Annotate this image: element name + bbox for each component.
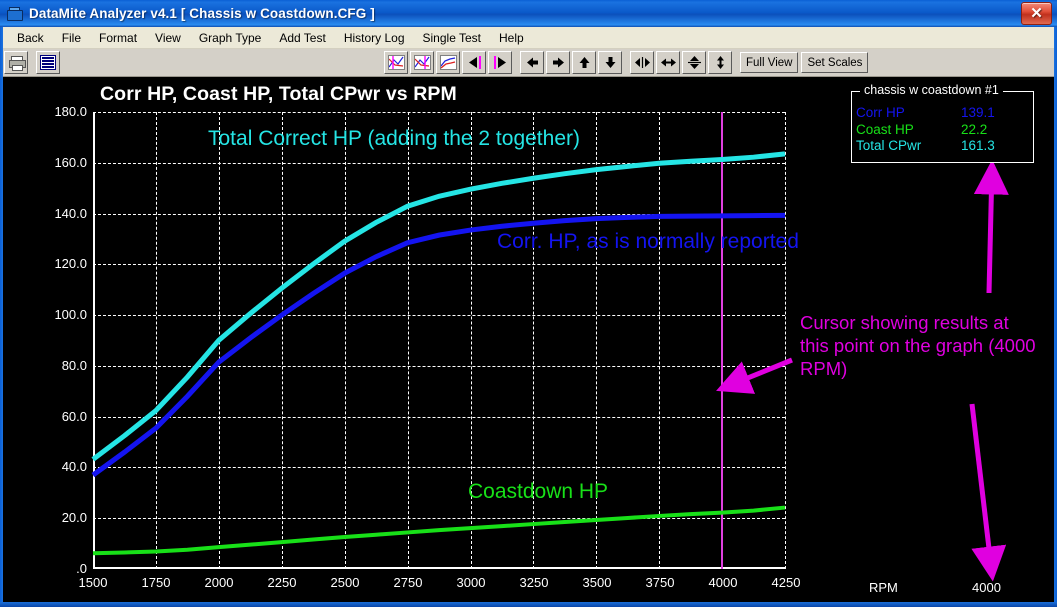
x-tick-label: 1500	[78, 575, 108, 590]
application-window: DataMite Analyzer v4.1 [ Chassis w Coast…	[0, 0, 1057, 607]
title-bar: DataMite Analyzer v4.1 [ Chassis w Coast…	[0, 0, 1057, 27]
legend-label-coast-hp: Coast HP	[856, 121, 914, 137]
menu-item-history-log[interactable]: History Log	[335, 29, 414, 47]
legend-title: chassis w coastdown #1	[860, 83, 1003, 97]
pan-down-icon[interactable]	[598, 51, 622, 74]
series-line-total-cpwr	[91, 151, 786, 462]
x-tick-label: 3500	[582, 575, 612, 590]
arrow-to-legend	[973, 159, 1009, 294]
annotation-cursor-note: Cursor showing results at this point on …	[800, 312, 1036, 379]
y-tick-label: 80.0	[61, 357, 87, 373]
x-tick-label: 2500	[330, 575, 360, 590]
x-tick-label: 4000	[708, 575, 738, 590]
x-tick-label: 2750	[393, 575, 423, 590]
window-border-bottom	[0, 602, 1057, 607]
rpm-axis-label: RPM	[869, 580, 898, 595]
graph-cursor-right-icon[interactable]	[410, 51, 434, 74]
menu-item-single-test[interactable]: Single Test	[414, 29, 490, 47]
y-tick-label: 140.0	[54, 205, 87, 221]
annotation-corr-hp: Corr. HP, as is normally reported	[497, 230, 799, 253]
graph-plain-icon[interactable]	[436, 51, 460, 74]
x-tick-label: 2250	[267, 575, 297, 590]
y-tick-label: 120.0	[54, 256, 87, 272]
menu-item-graph-type[interactable]: Graph Type	[190, 29, 270, 47]
pan-up-icon[interactable]	[572, 51, 596, 74]
annotation-total-hp: Total Correct HP (adding the 2 together)	[208, 127, 580, 150]
folder-icon	[6, 6, 23, 21]
report-icon[interactable]	[36, 51, 60, 74]
legend-label-total-cpwr: Total CPwr	[856, 138, 922, 153]
y-tick-label: 160.0	[54, 154, 87, 170]
legend-value-coast-hp: 22.2	[961, 121, 988, 137]
x-tick-label: 3750	[645, 575, 675, 590]
y-tick-label: 100.0	[54, 307, 87, 323]
zoom-out-horizontal-icon[interactable]	[656, 51, 680, 74]
chart-area: Corr HP, Coast HP, Total CPwr vs RPM 180…	[0, 77, 1057, 602]
plot-canvas[interactable]	[91, 112, 786, 569]
zoom-in-vertical-icon[interactable]	[682, 51, 706, 74]
set-scales-button[interactable]: Set Scales	[801, 52, 869, 73]
menu-item-help[interactable]: Help	[490, 29, 533, 47]
menu-item-back[interactable]: Back	[8, 29, 53, 47]
legend-box: chassis w coastdown #1 Corr HP 139.1 Coa…	[851, 83, 1034, 163]
cursor-step-left-icon[interactable]	[462, 51, 486, 74]
menu-item-view[interactable]: View	[146, 29, 190, 47]
window-border-left	[0, 27, 3, 605]
arrow-to-rpm-value	[969, 403, 1007, 582]
x-tick-label: 4250	[771, 575, 801, 590]
pan-left-icon[interactable]	[520, 51, 544, 74]
pan-right-icon[interactable]	[546, 51, 570, 74]
series-line-corr-hp	[91, 212, 786, 478]
x-tick-label: 1750	[141, 575, 171, 590]
print-icon[interactable]	[4, 51, 28, 74]
menu-item-format[interactable]: Format	[90, 29, 146, 47]
menu-item-file[interactable]: File	[53, 29, 90, 47]
legend-row-coast-hp: Coast HP 22.2	[852, 122, 1033, 139]
toolbar: Full View Set Scales	[0, 49, 1057, 77]
window-title: DataMite Analyzer v4.1 [ Chassis w Coast…	[29, 6, 375, 21]
graph-cursor-left-icon[interactable]	[384, 51, 408, 74]
rpm-cursor-value: 4000	[972, 580, 1001, 595]
x-tick-label: 3250	[519, 575, 549, 590]
full-view-button[interactable]: Full View	[740, 52, 799, 73]
series-lines	[91, 151, 786, 556]
annotation-coastdown: Coastdown HP	[468, 480, 609, 503]
series-line-coast-hp	[92, 505, 786, 556]
menu-bar: Back File Format View Graph Type Add Tes…	[0, 27, 1057, 49]
y-tick-label: 40.0	[61, 459, 87, 475]
gridline-vertical	[785, 112, 786, 569]
y-tick-label: 60.0	[61, 408, 87, 424]
close-icon: ✕	[1030, 5, 1043, 22]
x-tick-label: 2000	[204, 575, 234, 590]
legend-row-total-cpwr: Total CPwr 161.3	[852, 138, 1033, 155]
zoom-out-vertical-icon[interactable]	[708, 51, 732, 74]
legend-value-corr-hp: 139.1	[961, 105, 995, 120]
menu-item-add-test[interactable]: Add Test	[270, 29, 334, 47]
cursor-step-right-icon[interactable]	[488, 51, 512, 74]
legend-value-total-cpwr: 161.3	[961, 138, 995, 153]
y-tick-label: 20.0	[61, 510, 87, 526]
legend-label-corr-hp: Corr HP	[856, 105, 905, 120]
legend-row-corr-hp: Corr HP 139.1	[852, 105, 1033, 122]
y-tick-label: 180.0	[54, 104, 87, 119]
x-tick-label: 3000	[456, 575, 486, 590]
y-tick-label: .0	[76, 561, 87, 576]
close-button[interactable]: ✕	[1021, 2, 1052, 25]
zoom-in-horizontal-icon[interactable]	[630, 51, 654, 74]
chart-title: Corr HP, Coast HP, Total CPwr vs RPM	[100, 83, 457, 105]
